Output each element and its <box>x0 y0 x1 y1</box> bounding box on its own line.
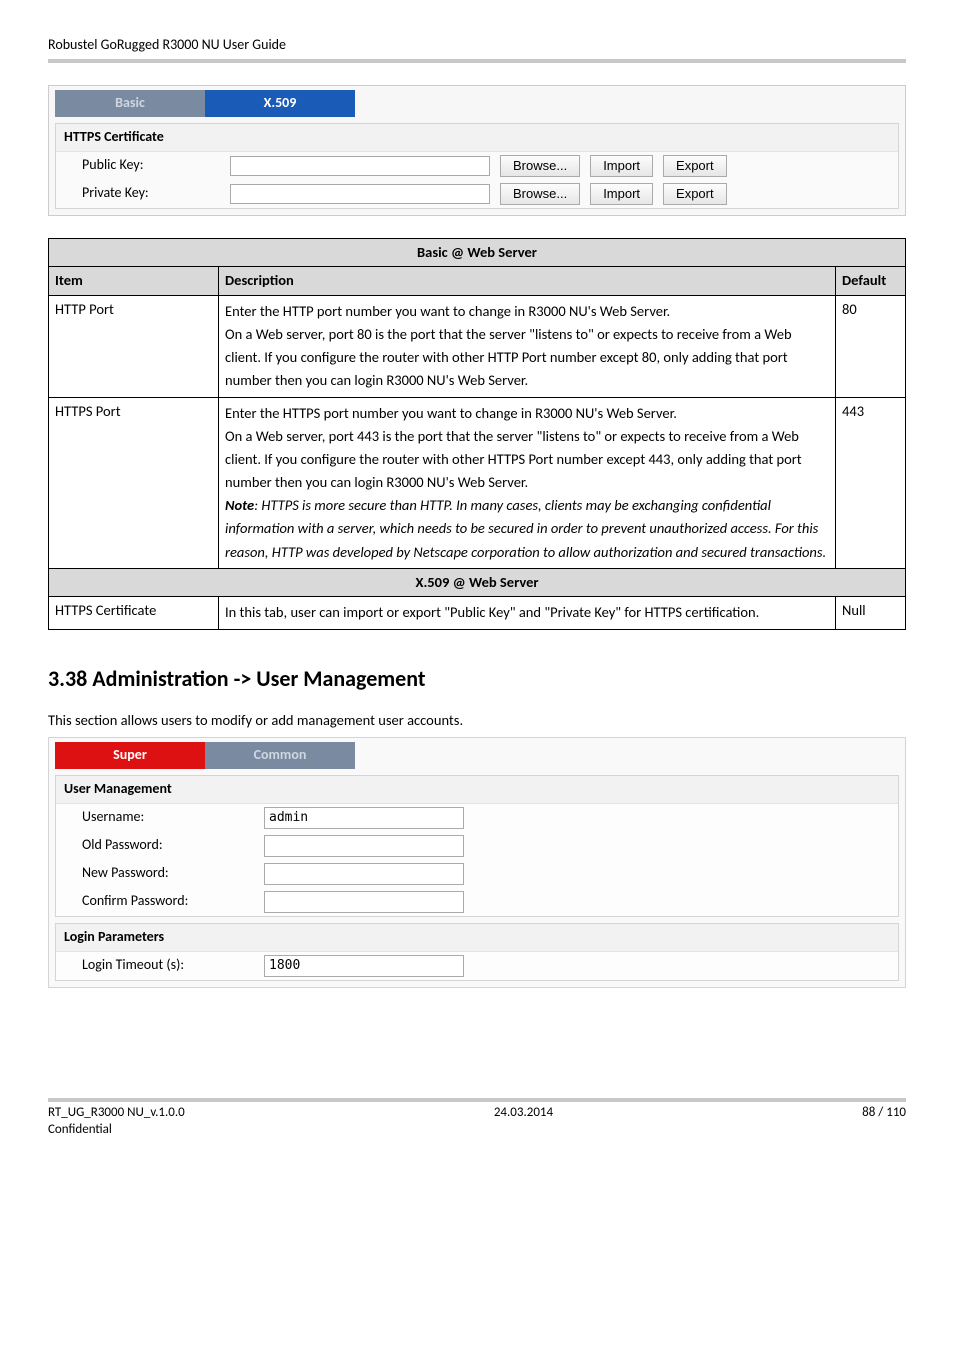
page-header: Robustel GoRugged R3000 NU User Guide <box>48 36 906 55</box>
cell-item: HTTPS Certificate <box>49 597 219 629</box>
um-intro: This section allows users to modify or a… <box>48 711 906 731</box>
um-tabs: Super Common <box>49 738 905 769</box>
login-timeout-input[interactable] <box>264 955 464 977</box>
footer-left: RT_UG_R3000 NU_v.1.0.0 <box>48 1104 185 1122</box>
header-rule <box>48 59 906 63</box>
user-management-panel: Super Common User Management Username: O… <box>48 737 906 988</box>
login-timeout-row: Login Timeout (s): <box>56 952 898 980</box>
newpw-input[interactable] <box>264 863 464 885</box>
https-cert-group-title: HTTPS Certificate <box>56 124 898 152</box>
public-key-input[interactable] <box>230 156 490 176</box>
login-timeout-label: Login Timeout (s): <box>64 956 264 975</box>
um-group-login-title: Login Parameters <box>56 924 898 952</box>
um-group-user: User Management Username: Old Password: … <box>55 775 899 917</box>
username-row: Username: <box>56 804 898 832</box>
public-key-browse-button[interactable]: Browse... <box>500 155 580 177</box>
private-key-input[interactable] <box>230 184 490 204</box>
um-group-user-title: User Management <box>56 776 898 804</box>
webserver-table: Basic @ Web Server Item Description Defa… <box>48 238 906 630</box>
public-key-row: Public Key: Browse... Import Export <box>56 152 898 180</box>
private-key-import-button[interactable]: Import <box>590 183 653 205</box>
um-group-login: Login Parameters Login Timeout (s): <box>55 923 899 981</box>
tab-common[interactable]: Common <box>205 742 355 769</box>
tab-basic[interactable]: Basic <box>55 90 205 117</box>
footer-rule <box>48 1098 906 1102</box>
confirmpw-input[interactable] <box>264 891 464 913</box>
note-text: : HTTPS is more secure than HTTP. In man… <box>225 496 826 560</box>
public-key-label: Public Key: <box>64 156 224 175</box>
footer-confidential: Confidential <box>48 1121 906 1139</box>
section-x509-header: X.509 @ Web Server <box>49 568 906 597</box>
col-item: Item <box>49 267 219 296</box>
public-key-import-button[interactable]: Import <box>590 155 653 177</box>
private-key-label: Private Key: <box>64 184 224 203</box>
http-port-desc: Enter the HTTP port number you want to c… <box>225 302 792 390</box>
footer-right: 88 / 110 <box>862 1104 906 1122</box>
oldpw-label: Old Password: <box>64 836 264 855</box>
tab-x509[interactable]: X.509 <box>205 90 355 117</box>
username-label: Username: <box>64 808 264 827</box>
cell-item: HTTPS Port <box>49 397 219 568</box>
username-input[interactable] <box>264 807 464 829</box>
cell-desc: Enter the HTTPS port number you want to … <box>219 397 836 568</box>
confirmpw-row: Confirm Password: <box>56 888 898 916</box>
confirmpw-label: Confirm Password: <box>64 892 264 911</box>
cell-default: Null <box>836 597 906 629</box>
newpw-row: New Password: <box>56 860 898 888</box>
cell-desc: Enter the HTTP port number you want to c… <box>219 295 836 397</box>
note-label: Note <box>225 496 254 514</box>
tab-super[interactable]: Super <box>55 742 205 769</box>
cell-default: 443 <box>836 397 906 568</box>
newpw-label: New Password: <box>64 864 264 883</box>
oldpw-input[interactable] <box>264 835 464 857</box>
public-key-export-button[interactable]: Export <box>663 155 727 177</box>
col-default: Default <box>836 267 906 296</box>
cert-tabs: Basic X.509 <box>49 86 905 117</box>
table-row: HTTPS Port Enter the HTTPS port number y… <box>49 397 906 568</box>
private-key-export-button[interactable]: Export <box>663 183 727 205</box>
section-basic-header: Basic @ Web Server <box>49 238 906 267</box>
page-footer: RT_UG_R3000 NU_v.1.0.0 24.03.2014 88 / 1… <box>48 1104 906 1122</box>
table-row: HTTPS Certificate In this tab, user can … <box>49 597 906 629</box>
cell-item: HTTP Port <box>49 295 219 397</box>
oldpw-row: Old Password: <box>56 832 898 860</box>
https-cert-panel: Basic X.509 HTTPS Certificate Public Key… <box>48 85 906 216</box>
cell-desc: In this tab, user can import or export "… <box>219 597 836 629</box>
https-port-desc: Enter the HTTPS port number you want to … <box>225 404 802 492</box>
footer-center: 24.03.2014 <box>185 1104 862 1122</box>
private-key-row: Private Key: Browse... Import Export <box>56 180 898 208</box>
https-cert-group: HTTPS Certificate Public Key: Browse... … <box>55 123 899 209</box>
section-heading: 3.38 Administration -> User Management <box>48 664 906 694</box>
table-row: HTTP Port Enter the HTTP port number you… <box>49 295 906 397</box>
col-desc: Description <box>219 267 836 296</box>
cell-default: 80 <box>836 295 906 397</box>
private-key-browse-button[interactable]: Browse... <box>500 183 580 205</box>
